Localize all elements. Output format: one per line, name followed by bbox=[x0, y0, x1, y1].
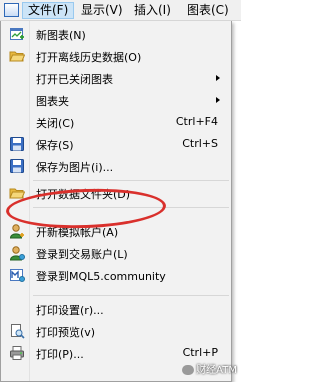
menu-item-label: 保存(S) bbox=[36, 139, 74, 152]
menu-insert[interactable]: 插入(I) bbox=[129, 2, 176, 19]
menu-item-open-closed-chart[interactable]: 打开已关闭图表 bbox=[1, 67, 231, 89]
menu-item-print-preview[interactable]: 打印预览(v) bbox=[1, 320, 231, 342]
login-icon bbox=[9, 245, 25, 261]
menu-separator bbox=[33, 180, 229, 181]
menu-item-label: 登录到交易账户(L) bbox=[36, 248, 128, 261]
menu-item-label: 打印(P)... bbox=[36, 348, 84, 361]
menu-item-label: 登录到MQL5.community bbox=[36, 270, 166, 283]
print-icon bbox=[9, 345, 25, 361]
menu-bar: 文件(F) 显示(V) 插入(I) 图表(C) bbox=[0, 0, 241, 21]
menu-item-close[interactable]: 关闭(C) Ctrl+F4 bbox=[1, 111, 231, 133]
save-image-icon bbox=[9, 158, 25, 174]
menu-file[interactable]: 文件(F) bbox=[22, 2, 75, 19]
menu-item-label: 图表夹 bbox=[36, 95, 69, 108]
print-preview-icon bbox=[9, 323, 25, 339]
menu-item-shortcut: Ctrl+P bbox=[182, 346, 218, 359]
menu-item-save[interactable]: 保存(S) Ctrl+S bbox=[1, 133, 231, 155]
submenu-arrow-icon bbox=[216, 97, 220, 103]
menu-item-login-trade-account[interactable]: 登录到交易账户(L) bbox=[1, 242, 231, 264]
wechat-icon bbox=[182, 365, 195, 375]
app-icon bbox=[4, 3, 19, 17]
menu-item-label: 保存为图片(i)... bbox=[36, 161, 114, 174]
menu-item-new-chart[interactable]: 新图表(N) bbox=[1, 23, 231, 45]
menu-item-shortcut: Ctrl+F4 bbox=[175, 115, 218, 128]
watermark-text: 财经ATM bbox=[196, 365, 237, 376]
menu-item-shortcut: Ctrl+S bbox=[182, 137, 218, 150]
menu-charts[interactable]: 图表(C) bbox=[182, 2, 234, 19]
submenu-arrow-icon bbox=[216, 75, 220, 81]
menu-item-label: 关闭(C) bbox=[36, 117, 75, 130]
menu-item-label: 打开离线历史数据(O) bbox=[36, 51, 142, 64]
new-chart-icon bbox=[9, 26, 25, 42]
menu-separator bbox=[33, 295, 229, 296]
open-folder-icon bbox=[9, 48, 26, 64]
menu-item-label: 打印设置(r)... bbox=[36, 304, 104, 317]
menu-item-print[interactable]: 打印(P)... Ctrl+P bbox=[1, 342, 231, 364]
new-account-icon bbox=[9, 223, 25, 239]
watermark: 财经ATM bbox=[182, 364, 237, 378]
mql5-icon bbox=[9, 267, 25, 283]
menu-view[interactable]: 显示(V) bbox=[76, 2, 128, 19]
menu-item-label: 新图表(N) bbox=[36, 29, 86, 42]
menu-item-print-setup[interactable]: 打印设置(r)... bbox=[1, 298, 231, 320]
menu-item-save-as-picture[interactable]: 保存为图片(i)... bbox=[1, 155, 231, 177]
menu-item-login-mql5[interactable]: 登录到MQL5.community bbox=[1, 264, 231, 286]
menu-item-label: 打开已关闭图表 bbox=[36, 73, 113, 86]
menu-item-open-offline[interactable]: 打开离线历史数据(O) bbox=[1, 45, 231, 67]
menu-item-chart-folder[interactable]: 图表夹 bbox=[1, 89, 231, 111]
menu-item-label: 打印预览(v) bbox=[36, 326, 96, 339]
save-icon bbox=[9, 136, 25, 152]
